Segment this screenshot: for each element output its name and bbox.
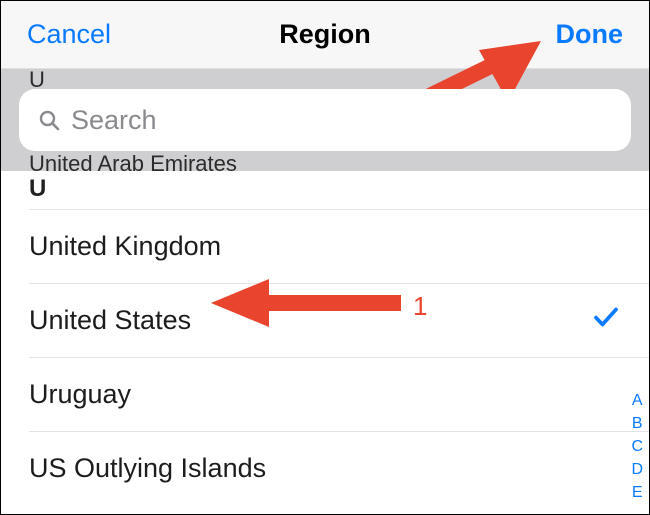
index-letter[interactable]: D [631,462,643,478]
region-label: United States [29,305,191,336]
list-item-us-outlying-islands[interactable]: US Outlying Islands [1,431,649,505]
alpha-index[interactable]: A B C D E [631,393,643,501]
modal-title: Region [127,19,523,50]
index-letter[interactable]: B [632,416,643,432]
done-button[interactable]: Done [523,19,623,50]
list-item-united-states[interactable]: United States [1,283,649,357]
region-label: Uruguay [29,379,131,410]
index-letter[interactable]: C [631,439,643,455]
checkmark-icon [591,302,621,339]
cancel-button[interactable]: Cancel [27,19,127,50]
list-item-united-kingdom[interactable]: United Kingdom [1,209,649,283]
list-item-uruguay[interactable]: Uruguay [1,357,649,431]
search-area: U Search United Arab Emirates [1,69,649,171]
index-letter[interactable]: E [632,485,643,501]
search-input[interactable]: Search [19,89,631,151]
search-icon [37,108,61,132]
region-label: US Outlying Islands [29,453,266,484]
region-list[interactable]: U United Kingdom United States Uruguay U… [1,171,649,505]
modal-nav-bar: Cancel Region Done [1,1,649,69]
search-placeholder: Search [71,105,157,136]
section-header: U [1,171,649,209]
region-label: United Kingdom [29,231,221,262]
index-letter[interactable]: A [632,393,643,409]
